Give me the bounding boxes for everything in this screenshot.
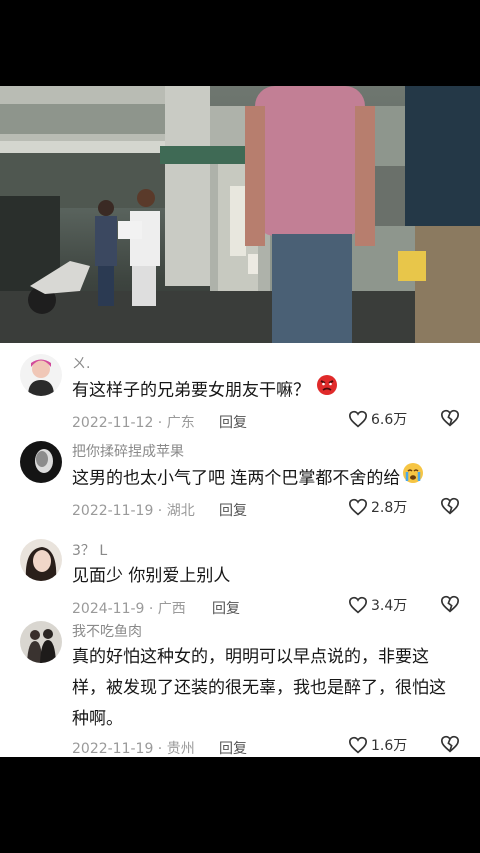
broken-heart-icon [440, 497, 460, 515]
comment-text: 见面少 你别爱上别人 [72, 561, 457, 592]
dislike-button[interactable] [440, 497, 460, 519]
heart-icon [348, 596, 368, 614]
comment-username[interactable]: ㄨ. [72, 353, 90, 373]
comment-text-content: 有这样子的兄弟要女朋友干嘛？ [72, 380, 310, 401]
like-button[interactable]: 6.6万 [348, 409, 407, 429]
broken-heart-icon [440, 409, 460, 427]
dislike-button[interactable] [440, 735, 460, 757]
avatar[interactable] [20, 441, 62, 483]
reply-button[interactable]: 回复 [212, 598, 240, 618]
dislike-button[interactable] [440, 409, 460, 431]
heart-icon [348, 498, 368, 516]
like-button[interactable]: 3.4万 [348, 595, 407, 615]
comment-date-location: 2022-11-19 · 贵州 [72, 741, 195, 757]
comment-username[interactable]: 我不吃鱼肉 [72, 621, 142, 641]
comment-text-content: 真的好怕这种女的，明明可以早点说的，非要这样，被发现了还装的很无辜，我也是醉了，… [72, 647, 446, 729]
comment-text: 这男的也太小气了吧 连两个巴掌都不舍的给 [72, 462, 457, 495]
comment-date-location: 2024-11-9 · 广西 [72, 601, 186, 617]
reply-button[interactable]: 回复 [219, 738, 247, 758]
video-scene-illustration [0, 86, 480, 343]
avatar[interactable] [20, 354, 62, 396]
heart-icon [348, 736, 368, 754]
video-frame[interactable] [0, 86, 480, 343]
reply-button[interactable]: 回复 [219, 500, 247, 520]
broken-heart-icon [440, 735, 460, 753]
broken-heart-icon [440, 595, 460, 613]
avatar[interactable] [20, 539, 62, 581]
avatar[interactable] [20, 621, 62, 663]
comment-list: ㄨ. 有这样子的兄弟要女朋友干嘛？ 2022-11-12 · 广东 回复 6.6… [0, 343, 480, 757]
comment-date-location: 2022-11-19 · 湖北 [72, 503, 195, 519]
like-count: 2.8万 [371, 500, 408, 516]
reply-button[interactable]: 回复 [219, 412, 247, 432]
comment-text: 真的好怕这种女的，明明可以早点说的，非要这样，被发现了还装的很无辜，我也是醉了，… [72, 642, 457, 735]
comment-date-location: 2022-11-12 · 广东 [72, 415, 195, 431]
like-count: 6.6万 [371, 412, 408, 428]
like-count: 1.6万 [371, 738, 408, 754]
angry-face-icon [316, 374, 338, 407]
comment-text-content: 这男的也太小气了吧 连两个巴掌都不舍的给 [72, 468, 401, 489]
comment-username[interactable]: 把你揉碎捏成苹果 [72, 441, 184, 461]
crying-face-icon [402, 462, 424, 495]
like-count: 3.4万 [371, 598, 408, 614]
comment-username[interactable]: 3？ L [72, 540, 107, 560]
comment-text: 有这样子的兄弟要女朋友干嘛？ [72, 374, 457, 407]
like-button[interactable]: 1.6万 [348, 735, 407, 755]
heart-icon [348, 410, 368, 428]
like-button[interactable]: 2.8万 [348, 497, 407, 517]
comment-text-content: 见面少 你别爱上别人 [72, 566, 231, 586]
dislike-button[interactable] [440, 595, 460, 617]
